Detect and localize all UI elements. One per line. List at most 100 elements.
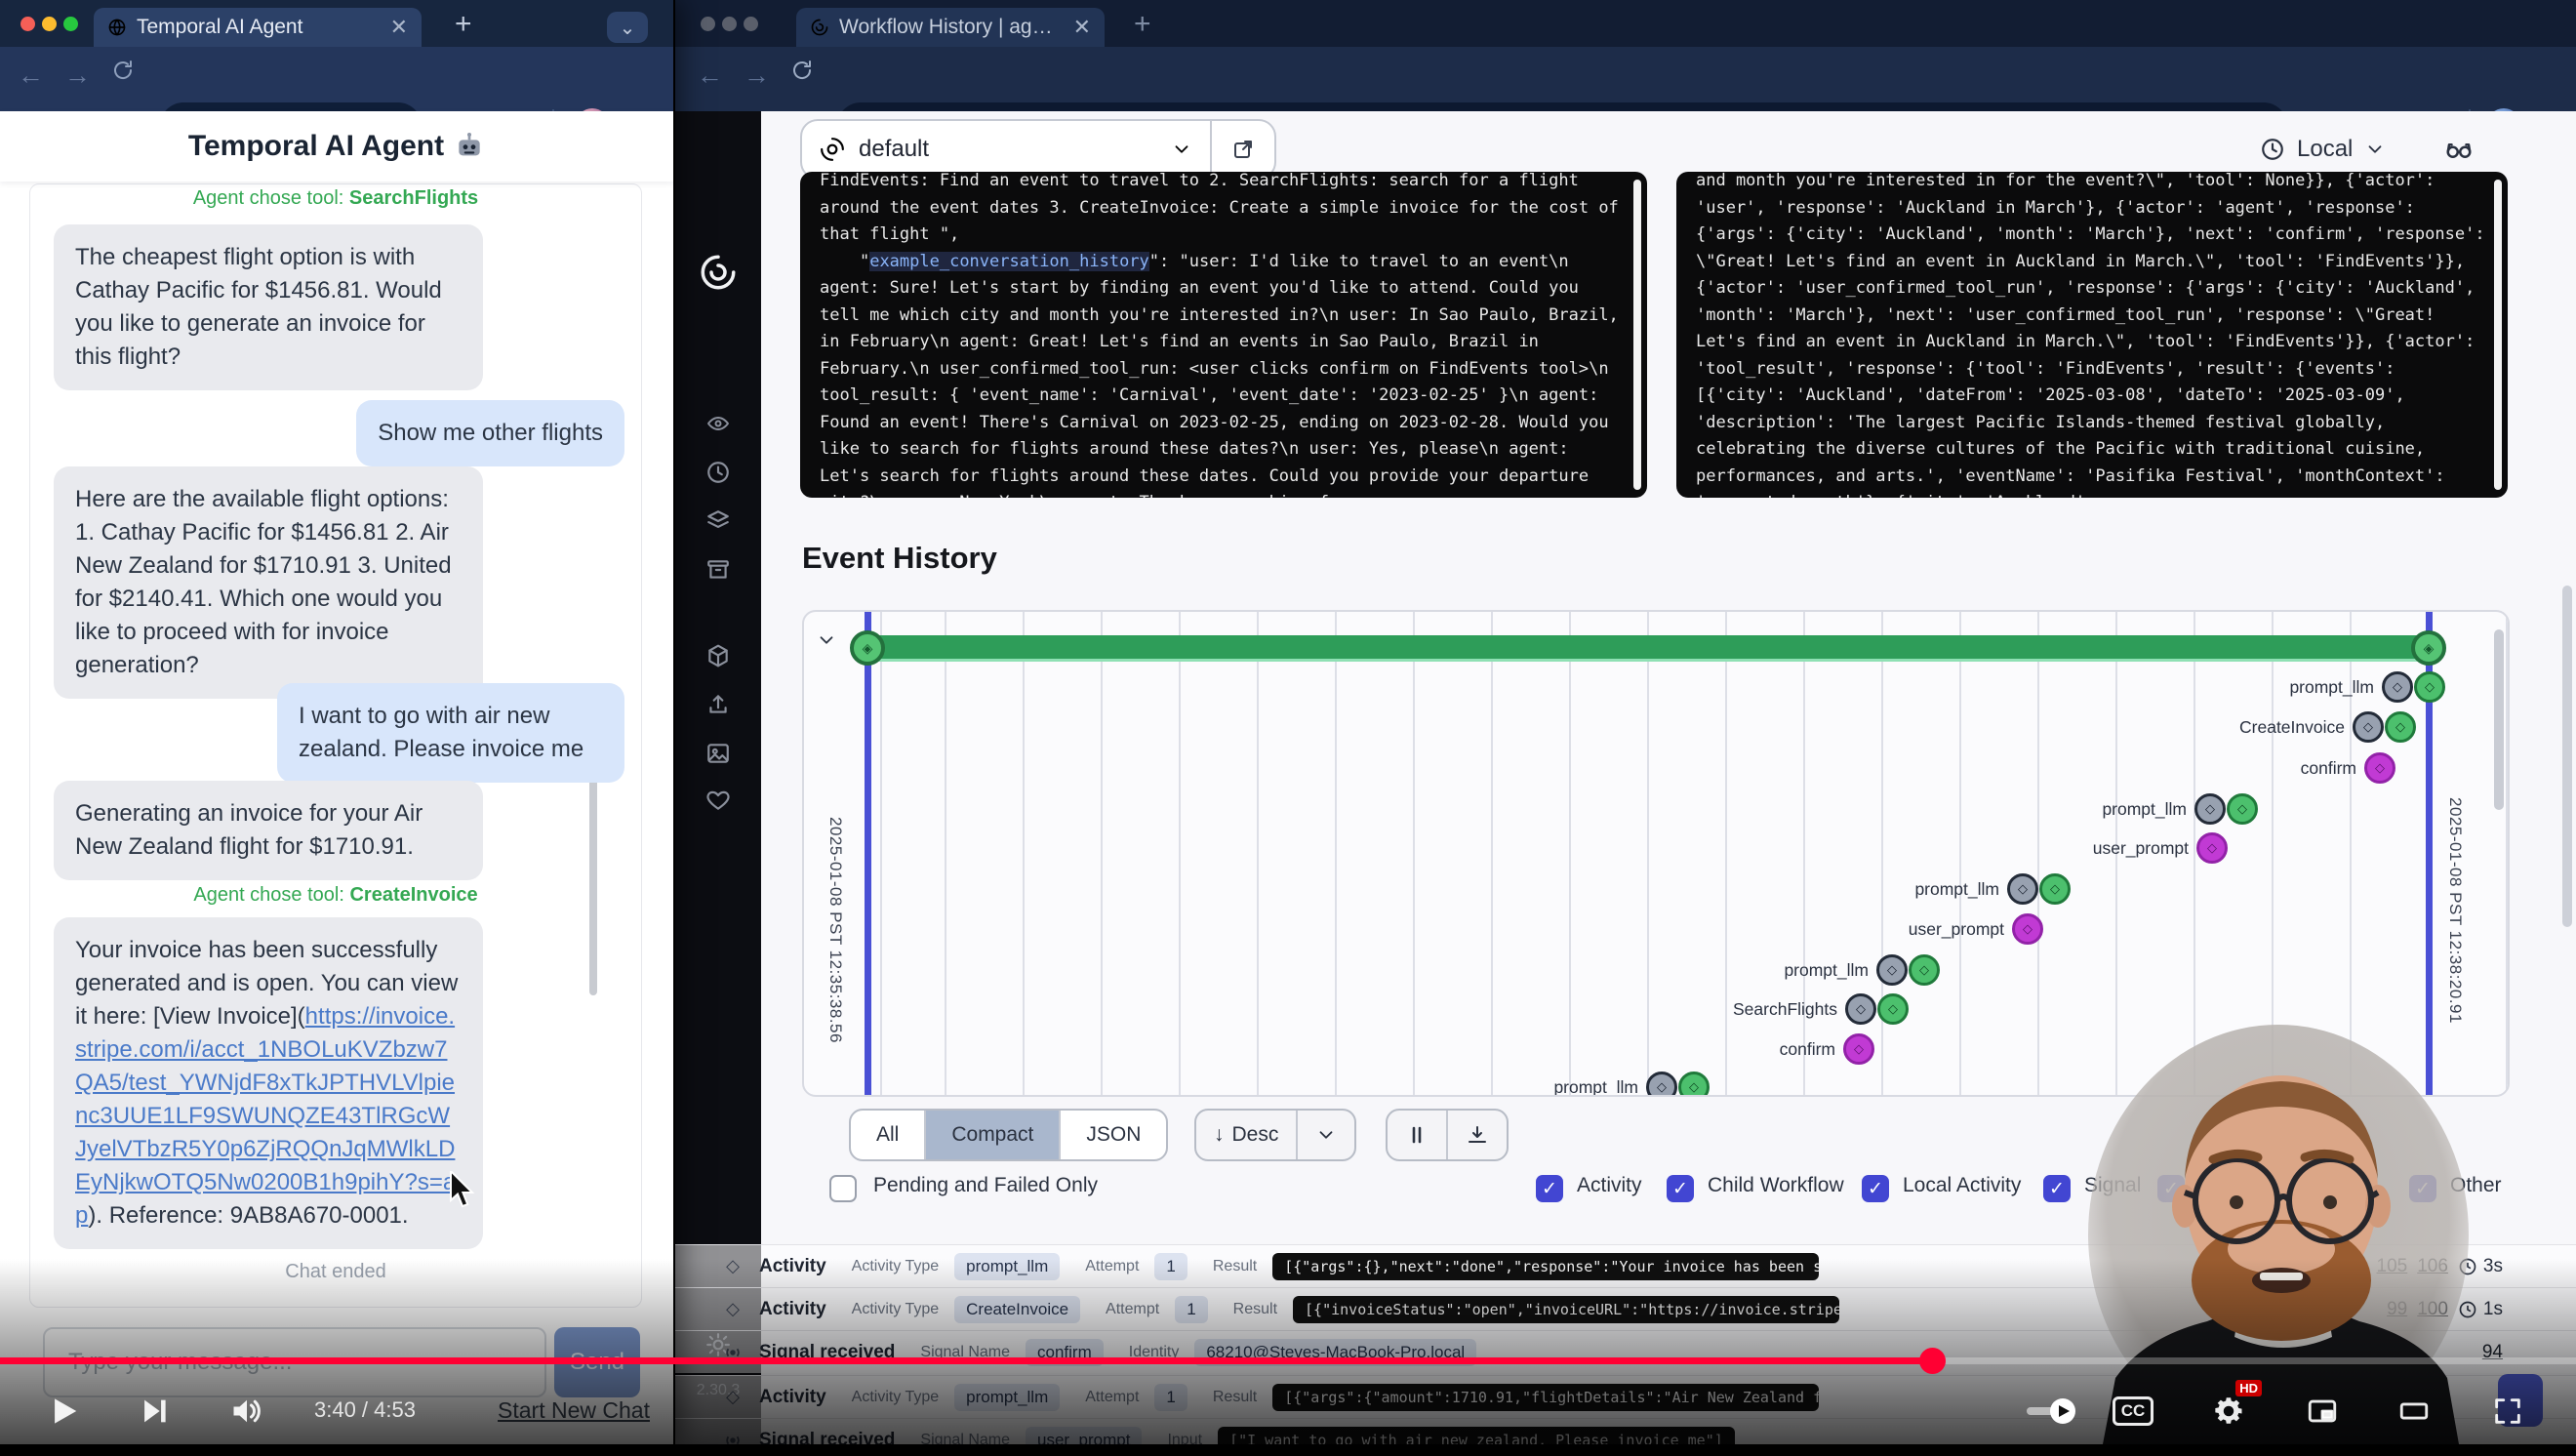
minimize-window-button[interactable] [42,17,57,31]
timeline-scrollbar[interactable] [2494,629,2504,810]
type-checkbox-activity[interactable]: ✓ [1536,1175,1563,1202]
sort-options-chevron[interactable] [1298,1111,1354,1159]
view-mode-all[interactable]: All [851,1111,926,1159]
chat-scrollbar[interactable] [589,761,597,995]
upload-icon[interactable] [705,692,731,717]
theater-mode-button[interactable] [2387,1384,2441,1438]
signal-event-marker[interactable]: ◇ [2012,913,2043,945]
timeline-event-label: prompt_llm [804,956,1869,984]
workflow-start-marker[interactable]: ◈ [850,630,885,666]
pause-button[interactable] [1388,1111,1446,1159]
close-tab-icon[interactable]: ✕ [390,15,408,40]
activity-event-marker[interactable]: ◇ [1909,954,1940,986]
autoplay-toggle[interactable] [2018,1384,2080,1438]
view-mode-compact[interactable]: Compact [926,1111,1061,1159]
tab-search-button[interactable]: ⌄ [607,12,648,43]
type-checkbox-signal[interactable]: ✓ [2043,1175,2071,1202]
activity-event-marker[interactable]: ◇ [2382,671,2413,703]
captions-button[interactable]: CC [2106,1384,2160,1438]
download-button[interactable] [1448,1111,1507,1159]
miniplayer-button[interactable] [2295,1384,2350,1438]
clock-icon[interactable] [705,460,731,485]
signal-event-marker[interactable]: ◇ [2196,832,2228,864]
timezone-select[interactable]: Local [2260,119,2386,180]
heart-icon[interactable] [705,788,731,813]
settings-gear-icon[interactable]: HD [2201,1384,2256,1438]
tab-temporal-ai-agent[interactable]: Temporal AI Agent ✕ [94,8,422,47]
collapse-chevron-icon[interactable] [816,629,837,656]
workflow-input-json[interactable]: FindEvents: Find an event to travel to 2… [800,172,1647,498]
view-mode-json[interactable]: JSON [1061,1111,1166,1159]
close-tab-icon[interactable]: ✕ [1073,15,1091,40]
pause-download-group[interactable] [1386,1109,1509,1161]
workflow-end-marker[interactable]: ◈ [2411,630,2446,666]
type-checkbox-local-activity[interactable]: ✓ [1862,1175,1889,1202]
activity-event-marker[interactable]: ◇ [1876,954,1908,986]
timeline-event-label: prompt_llm [804,875,1999,903]
activity-event-marker[interactable]: ◇ [2353,711,2384,743]
forward-icon[interactable]: → [744,61,770,91]
activity-event-marker[interactable]: ◇ [1678,1072,1710,1097]
signal-event-marker[interactable]: ◇ [2364,752,2395,784]
event-history-title: Event History [802,541,997,576]
back-icon[interactable]: ← [697,61,723,91]
activity-event-marker[interactable]: ◇ [1877,993,1909,1025]
left-tab-bar: Temporal AI Agent ✕ + ⌄ [0,0,673,47]
invoice-link[interactable]: https://invoice.stripe.com/i/acct_1NBOLu… [75,1003,456,1229]
tab-workflow-history[interactable]: Workflow History | agent-wor ✕ [796,8,1105,47]
close-window-button[interactable] [20,17,35,31]
layers-icon[interactable] [705,508,731,534]
video-progress-bar[interactable] [0,1357,2576,1364]
activity-event-marker[interactable]: ◇ [2039,873,2071,905]
play-button[interactable] [35,1384,90,1438]
codec-glasses-icon[interactable] [2437,127,2480,170]
video-controls: 3:40 / 4:53 CC HD [0,1384,2576,1444]
back-icon[interactable]: ← [18,61,44,91]
temporal-logo-icon [698,252,739,293]
page-scrollbar[interactable] [2562,586,2572,927]
zoom-window-button[interactable] [63,17,78,31]
workflow-result-json[interactable]: and month you're interested in for the e… [1676,172,2508,498]
activity-event-marker[interactable]: ◇ [2385,711,2416,743]
progress-played [0,1357,1932,1364]
eye-icon[interactable] [706,412,730,435]
new-tab-button[interactable]: + [455,8,472,41]
sort-order-button[interactable]: ↓Desc [1194,1109,1356,1161]
timeline-event-label: prompt_llm [804,673,2374,701]
activity-event-marker[interactable]: ◇ [2227,793,2258,825]
panel-scrollbar[interactable] [2494,180,2502,490]
panel-scrollbar[interactable] [1633,180,1641,490]
pending-failed-label: Pending and Failed Only [873,1174,1098,1197]
fullscreen-button[interactable] [2480,1384,2535,1438]
reload-icon[interactable] [790,59,814,89]
archive-icon[interactable] [705,557,731,583]
pending-failed-checkbox[interactable] [829,1175,857,1202]
agent-message: Generating an invoice for your Air New Z… [54,781,483,880]
open-namespace-button[interactable] [1210,121,1274,178]
cube-icon[interactable] [705,643,731,668]
forward-icon[interactable]: → [64,61,91,91]
next-button[interactable] [127,1384,181,1438]
activity-event-marker[interactable]: ◇ [1845,993,1876,1025]
view-mode-switcher[interactable]: AllCompactJSON [849,1109,1168,1161]
volume-icon[interactable] [220,1384,274,1438]
agent-message: The cheapest flight option is with Catha… [54,224,483,390]
activity-event-marker[interactable]: ◇ [2194,793,2226,825]
right-toolbar: ← → localhost:8233/namespaces/default/wo… [675,47,2576,111]
progress-handle[interactable] [1919,1348,1946,1374]
timeline-event-label: prompt_llm [804,1073,1638,1097]
reload-icon[interactable] [111,59,135,89]
type-checkbox-child-workflow[interactable]: ✓ [1667,1175,1694,1202]
timeline-event-label: confirm [804,754,2356,782]
activity-event-marker[interactable]: ◇ [2007,873,2038,905]
signal-event-marker[interactable]: ◇ [1843,1033,1874,1065]
image-icon[interactable] [705,741,731,766]
close-window-button[interactable] [701,17,715,31]
namespace-select[interactable]: default [800,119,1276,180]
minimize-window-button[interactable] [722,17,737,31]
activity-event-marker[interactable]: ◇ [1646,1072,1677,1097]
workflow-span-bar[interactable] [867,635,2433,662]
zoom-window-button[interactable] [744,17,758,31]
new-tab-button[interactable]: + [1134,8,1151,41]
activity-event-marker[interactable]: ◇ [2414,671,2445,703]
